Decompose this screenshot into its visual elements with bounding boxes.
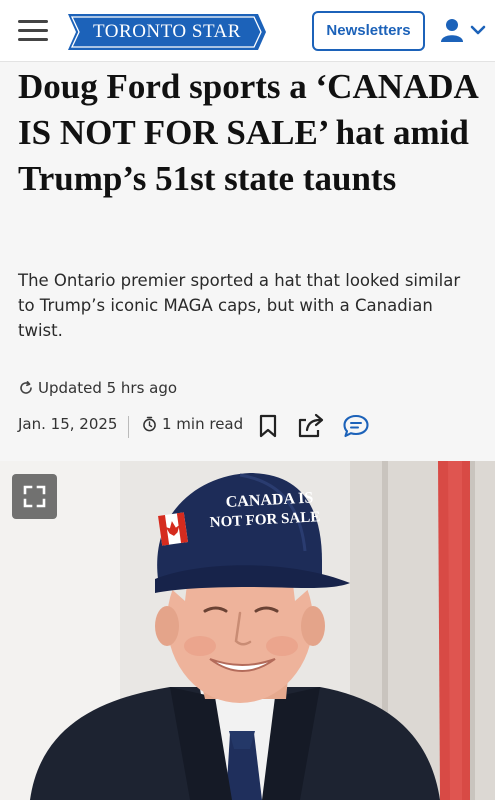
article-dek: The Ontario premier sported a hat that l… (18, 271, 461, 340)
share-button[interactable] (296, 411, 326, 443)
refresh-icon (20, 381, 32, 394)
meta-divider (128, 416, 129, 438)
read-time-label: 1 min read (162, 415, 244, 433)
expand-icon (23, 485, 46, 508)
article-meta-row: Jan. 15, 2025 1 min read (18, 411, 478, 441)
site-header: TORONTO STAR Newsletters (0, 0, 495, 62)
bookmark-icon (259, 414, 277, 438)
article-photo[interactable]: CANADA IS NOT FOR SALE (0, 461, 495, 800)
account-menu[interactable] (438, 17, 490, 45)
photo-illustration: CANADA IS NOT FOR SALE (0, 461, 495, 800)
chevron-down-icon (470, 25, 486, 35)
share-icon (298, 413, 324, 438)
comment-icon (343, 414, 369, 438)
bookmark-button[interactable] (258, 414, 278, 442)
hamburger-menu-icon[interactable] (18, 20, 50, 44)
toronto-star-logo[interactable]: TORONTO STAR (68, 14, 266, 50)
user-icon (441, 19, 486, 42)
updated-timestamp: Updated 5 hrs ago (18, 377, 177, 399)
clock-icon (143, 416, 156, 432)
comments-button[interactable] (342, 413, 370, 443)
newsletters-button[interactable]: Newsletters (312, 11, 425, 51)
logo-text: TORONTO STAR (93, 21, 241, 42)
expand-photo-button[interactable] (12, 474, 57, 519)
article-headline: Doug Ford sports a ‘CANADA IS NOT FOR SA… (18, 67, 477, 198)
read-time: 1 min read (142, 415, 243, 433)
updated-label: Updated 5 hrs ago (38, 379, 178, 397)
publish-date: Jan. 15, 2025 (18, 415, 118, 433)
